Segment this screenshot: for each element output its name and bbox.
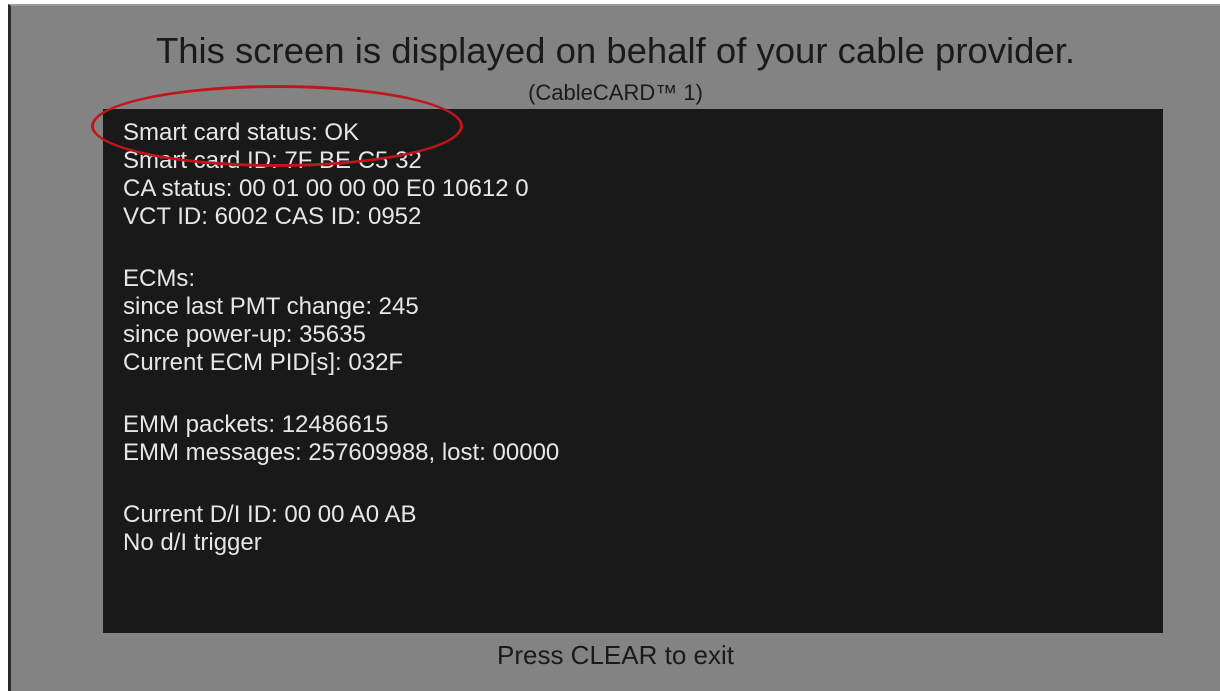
exit-hint: Press CLEAR to exit bbox=[497, 640, 734, 670]
smart-card-status: Smart card status: OK bbox=[123, 119, 360, 146]
current-ecm-pid: Current ECM PID[s]: 032F bbox=[123, 349, 404, 376]
vct-cas-id: VCT ID: 6002 CAS ID: 0952 bbox=[123, 203, 422, 230]
cablecard-diagnostic-screen: This screen is displayed on behalf of yo… bbox=[8, 4, 1220, 691]
smart-card-id: Smart card ID: 7F BE C5 32 bbox=[123, 147, 422, 174]
current-di-id: Current D/I ID: 00 00 A0 AB bbox=[123, 501, 417, 528]
ecms-heading: ECMs: bbox=[123, 265, 195, 292]
di-trigger-status: No d/I trigger bbox=[123, 529, 262, 556]
ca-status: CA status: 00 01 00 00 00 E0 10612 0 bbox=[123, 175, 529, 202]
page-title: This screen is displayed on behalf of yo… bbox=[155, 30, 1076, 71]
ecms-since-power-up: since power-up: 35635 bbox=[123, 321, 366, 348]
emm-packets: EMM packets: 12486615 bbox=[123, 411, 389, 438]
card-info-panel: Smart card status: OK Smart card ID: 7F … bbox=[103, 109, 1163, 633]
card-slot-label: (CableCARD™ 1) bbox=[528, 80, 703, 105]
ecms-since-pmt-change: since last PMT change: 245 bbox=[123, 293, 419, 320]
emm-messages: EMM messages: 257609988, lost: 00000 bbox=[123, 439, 560, 466]
